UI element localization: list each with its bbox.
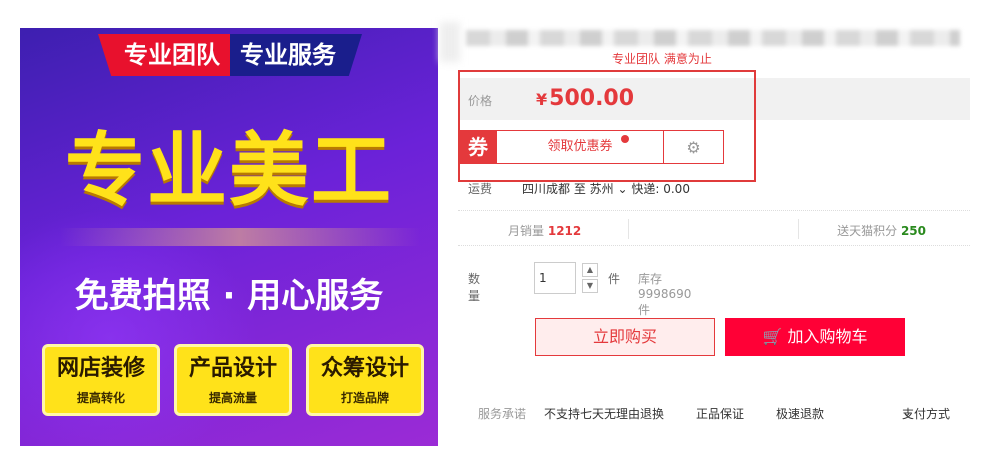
shipping-route: 四川成都 至 苏州 <box>522 182 614 196</box>
quantity-input[interactable]: 1 <box>534 262 576 294</box>
quantity-unit: 件 <box>608 272 621 286</box>
badge-product-design: 产品设计 提高流量 <box>174 344 292 416</box>
product-banner-image: 专业团队 专业服务 专业美工 免费拍照 · 用心服务 网店装修 提高转化 产品设… <box>20 28 438 446</box>
chevron-down-icon: ⌄ <box>902 405 913 419</box>
promo-line: 专业团队 满意为止 <box>612 52 712 66</box>
tag-professional-team: 专业团队 <box>98 34 230 76</box>
quantity-label: 数量 <box>468 272 481 303</box>
buy-now-button[interactable]: 立即购买 <box>535 318 715 356</box>
shipping-express: 快递: 0.00 <box>631 182 690 196</box>
promise-item: 不支持七天无理由退换 <box>544 407 665 421</box>
monthly-sales-label: 月销量 <box>508 224 545 238</box>
quantity-down-button[interactable]: ▼ <box>582 279 598 293</box>
cart-icon: 🛒 <box>762 327 783 346</box>
badge-main-text: 产品设计 <box>188 355 277 381</box>
stats-row: 月销量 1212 送天猫积分 250 <box>458 210 970 246</box>
promise-item: 正品保证 <box>696 407 745 421</box>
divider <box>798 219 799 239</box>
divider <box>628 219 629 239</box>
blurred-area <box>440 22 460 62</box>
badge-sub-text: 提高流量 <box>208 390 257 405</box>
banner-divider <box>60 228 420 246</box>
shipping-from[interactable]: 四川成都 至 苏州 ⌄ 快递: 0.00 <box>522 180 690 197</box>
stock-count: 库存9998690件 <box>638 272 692 317</box>
badge-main-text: 网店装修 <box>56 355 145 381</box>
banner-subtitle: 免费拍照 · 用心服务 <box>74 276 384 316</box>
banner-tag-row: 专业团队 专业服务 <box>98 34 362 76</box>
add-to-cart-button[interactable]: 🛒 加入购物车 <box>725 318 905 356</box>
banner-title: 专业美工 <box>65 124 393 217</box>
tag-professional-service: 专业服务 <box>230 34 362 76</box>
shipping-label: 运费 <box>468 182 493 196</box>
add-to-cart-label: 加入购物车 <box>787 327 868 346</box>
badge-crowdfunding-design: 众筹设计 打造品牌 <box>306 344 424 416</box>
banner-badges: 网店装修 提高转化 产品设计 提高流量 众筹设计 打造品牌 <box>42 344 424 416</box>
quantity-up-button[interactable]: ▲ <box>582 263 598 277</box>
badge-main-text: 众筹设计 <box>320 355 409 381</box>
tmall-points: 送天猫积分 250 <box>837 222 926 239</box>
promise-item: 极速退款 <box>776 407 825 421</box>
highlight-box <box>458 70 756 182</box>
shipping-row: 运费 四川成都 至 苏州 ⌄ 快递: 0.00 <box>468 180 690 197</box>
badge-store-decoration: 网店装修 提高转化 <box>42 344 160 416</box>
promise-label: 服务承诺 <box>478 407 527 421</box>
product-title-blurred <box>466 30 960 46</box>
badge-sub-text: 打造品牌 <box>340 390 389 405</box>
monthly-sales: 月销量 1212 <box>508 222 581 239</box>
chevron-down-icon: ⌄ <box>617 182 628 196</box>
points-value: 250 <box>900 224 926 238</box>
points-label: 送天猫积分 <box>837 224 898 238</box>
monthly-sales-value: 1212 <box>547 224 582 238</box>
badge-sub-text: 提高转化 <box>76 390 125 405</box>
